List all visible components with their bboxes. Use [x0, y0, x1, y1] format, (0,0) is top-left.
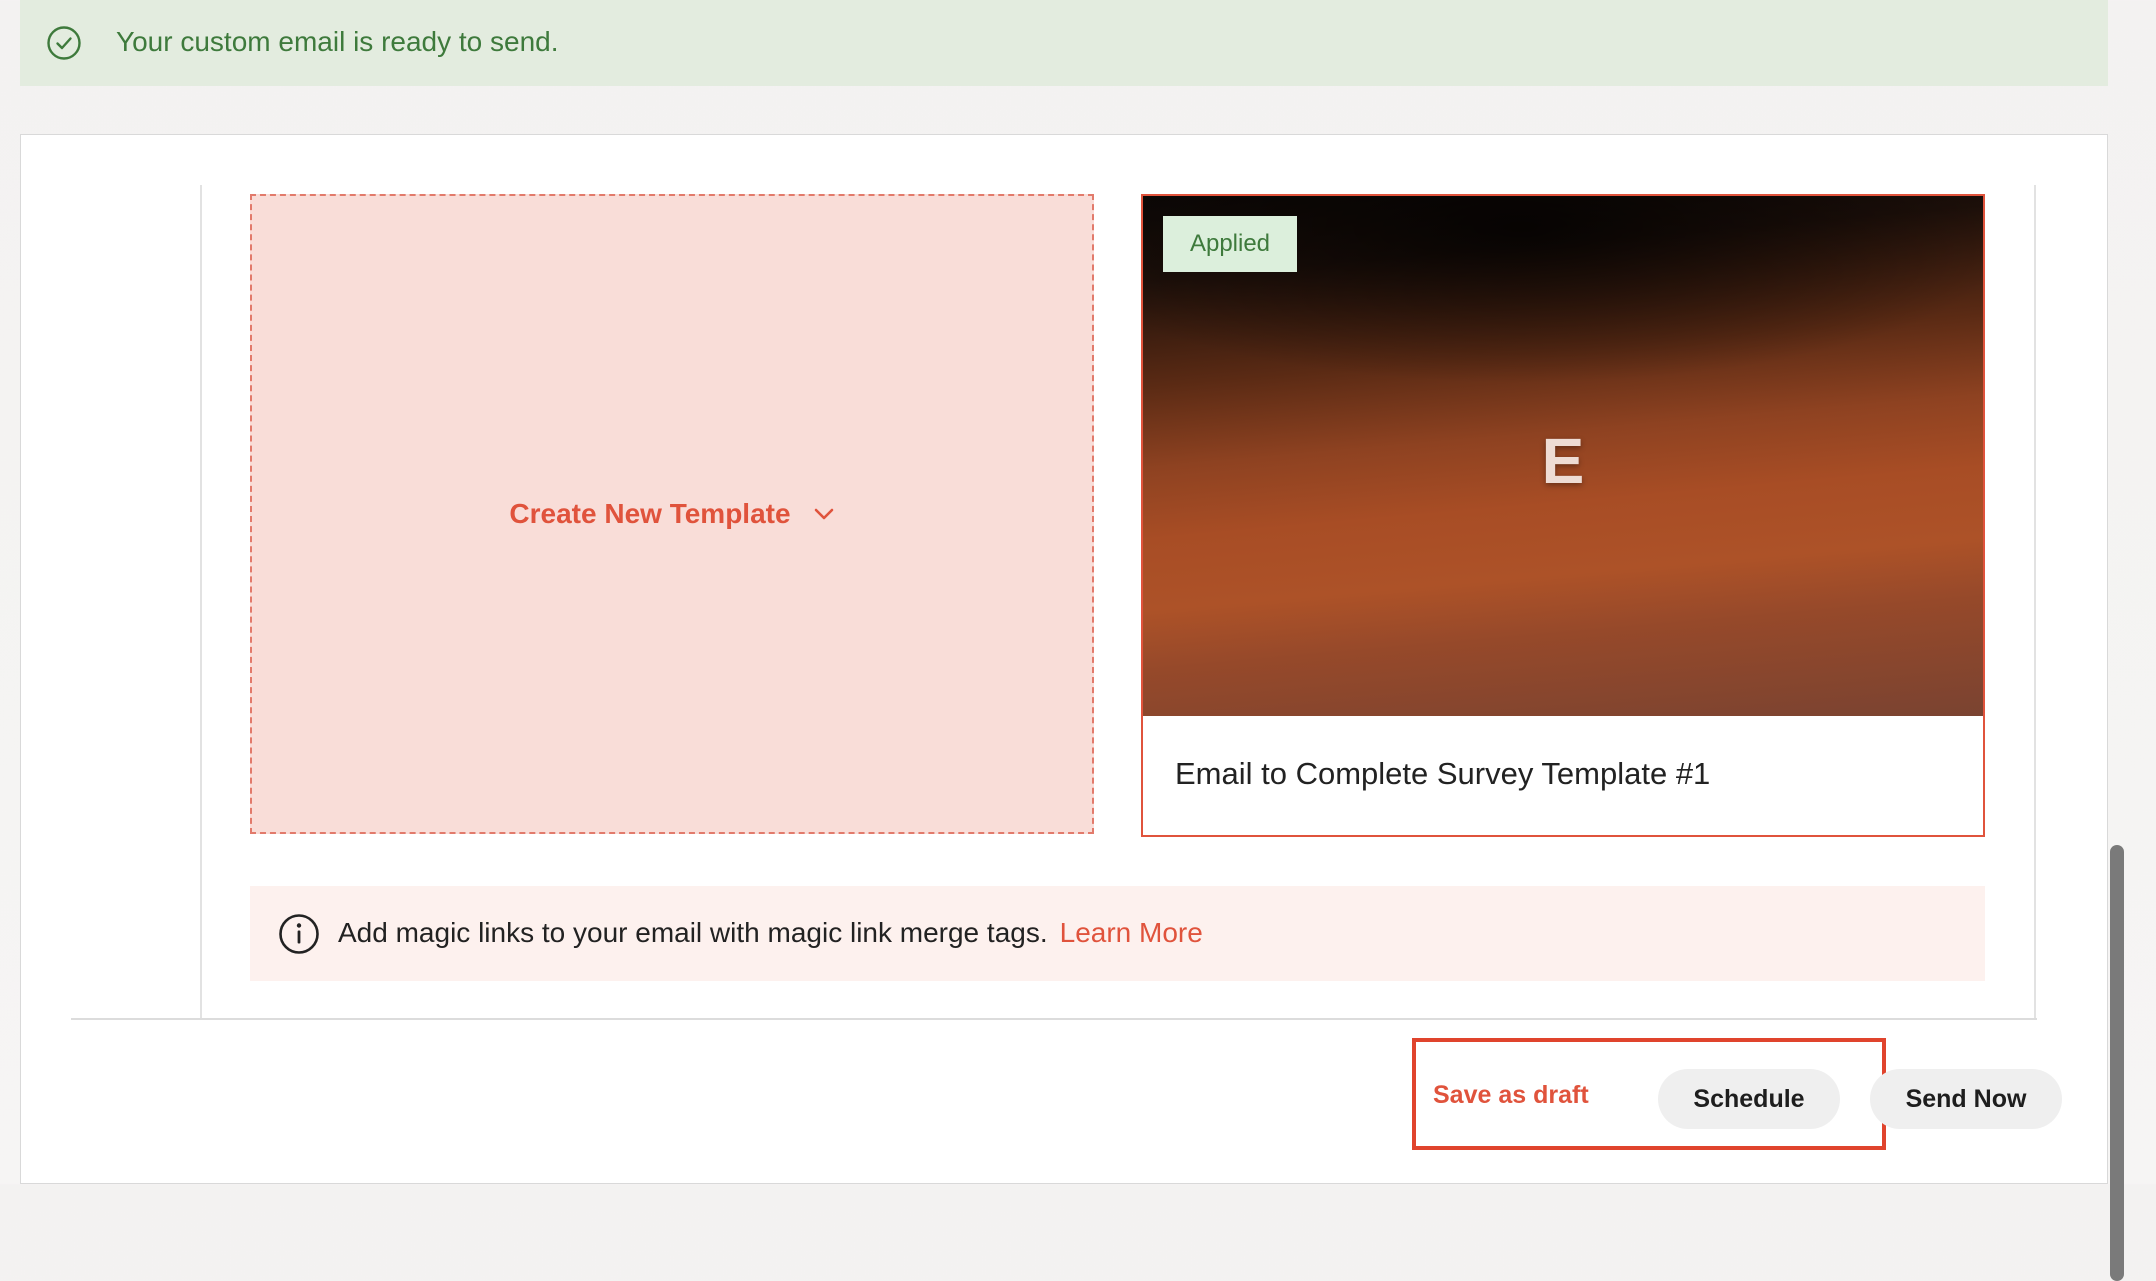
template-title: Email to Complete Survey Template #1	[1175, 756, 1711, 791]
learn-more-link[interactable]: Learn More	[1060, 917, 1203, 948]
save-as-draft-button[interactable]: Save as draft	[1433, 1070, 1589, 1120]
success-banner: Your custom email is ready to send.	[20, 0, 2108, 86]
action-buttons-group: Save as draft Schedule Send Now	[1412, 1038, 2062, 1150]
content-right-border	[2034, 185, 2036, 1019]
template-card[interactable]: Applied E Email to Complete Survey Templ…	[1141, 194, 1985, 837]
template-thumbnail: Applied E	[1143, 196, 1983, 716]
thumbnail-letter: E	[1541, 425, 1585, 497]
create-new-template-label: Create New Template	[509, 498, 791, 529]
info-message: Add magic links to your email with magic…	[338, 917, 1048, 948]
template-panel: Create New Template Applied E Email to C…	[20, 134, 2124, 1281]
schedule-button[interactable]: Schedule	[1658, 1069, 1840, 1129]
content-left-border	[200, 185, 202, 1019]
chevron-down-icon	[814, 508, 833, 520]
create-new-template-card[interactable]: Create New Template	[250, 194, 1094, 834]
magic-links-info-bar: Add magic links to your email with magic…	[250, 886, 1985, 981]
check-circle-icon	[47, 26, 81, 60]
info-icon	[279, 914, 319, 954]
footer-divider	[71, 1018, 2037, 1020]
banner-message: Your custom email is ready to send.	[116, 26, 559, 57]
send-now-button[interactable]: Send Now	[1870, 1069, 2062, 1129]
info-text-line: Add magic links to your email with magic…	[338, 914, 1203, 952]
applied-badge: Applied	[1163, 216, 1297, 272]
vertical-scrollbar[interactable]	[2110, 845, 2124, 1281]
